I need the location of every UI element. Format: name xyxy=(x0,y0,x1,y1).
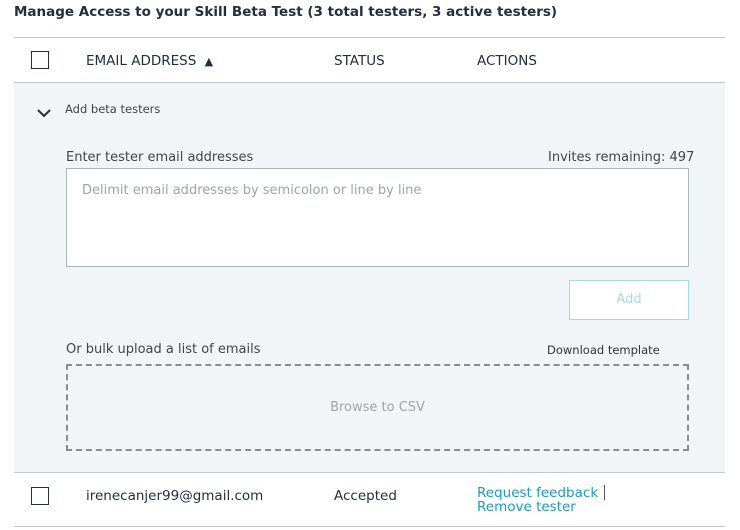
add-beta-testers-toggle[interactable]: Add beta testers xyxy=(65,102,160,116)
divider xyxy=(14,472,725,473)
actions-column-header: ACTIONS xyxy=(477,53,537,69)
browse-csv-label: Browse to CSV xyxy=(330,400,425,415)
divider xyxy=(14,37,725,38)
status-badge: Accepted xyxy=(334,488,397,504)
page-title: Manage Access to your Skill Beta Test (3… xyxy=(14,4,558,20)
email-column-header[interactable]: EMAIL ADDRESS ▲ xyxy=(86,53,213,69)
divider xyxy=(14,526,725,527)
tester-emails-input[interactable] xyxy=(66,168,689,267)
select-all-checkbox[interactable] xyxy=(31,51,49,69)
tester-email: irenecanjer99@gmail.com xyxy=(86,488,264,504)
invites-remaining: Invites remaining: 497 xyxy=(548,150,695,165)
bulk-upload-label: Or bulk upload a list of emails xyxy=(66,342,261,357)
action-separator xyxy=(604,485,605,500)
emails-field-label: Enter tester email addresses xyxy=(66,150,254,165)
status-column-header: STATUS xyxy=(334,53,385,69)
download-template-link[interactable]: Download template xyxy=(547,343,660,357)
chevron-down-icon[interactable] xyxy=(36,104,52,118)
row-checkbox[interactable] xyxy=(31,487,49,505)
csv-dropzone[interactable]: Browse to CSV xyxy=(66,364,689,451)
add-button[interactable]: Add xyxy=(569,280,689,320)
remove-tester-link[interactable]: Remove tester xyxy=(477,499,576,515)
email-column-label: EMAIL ADDRESS xyxy=(86,53,197,69)
sort-ascending-icon: ▲ xyxy=(204,55,214,68)
